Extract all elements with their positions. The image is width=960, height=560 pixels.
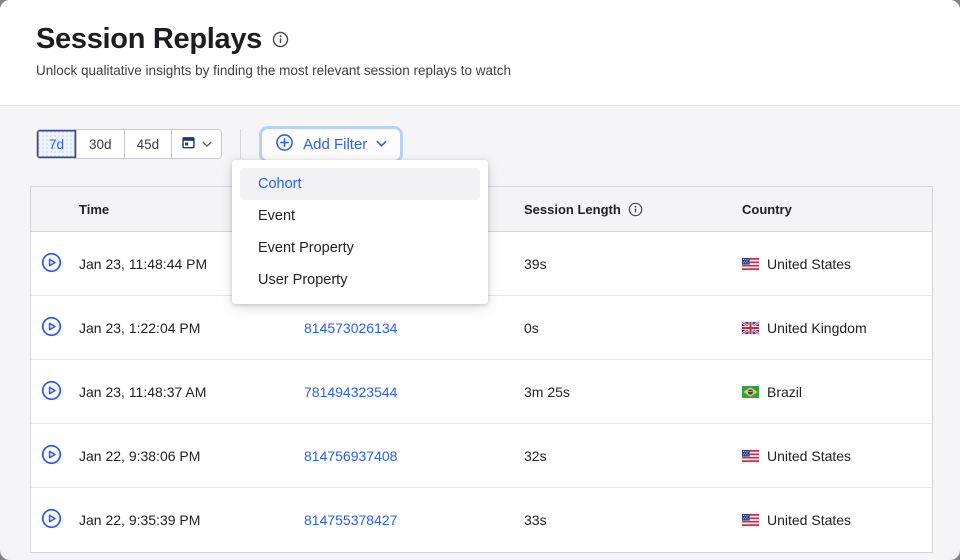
session-length-cell: 33s <box>516 512 734 528</box>
us-flag-icon <box>742 514 759 526</box>
header-session-length: Session Length <box>516 202 734 217</box>
play-cell <box>31 316 71 340</box>
filter-menu-item-event-property[interactable]: Event Property <box>240 232 480 264</box>
session-length-cell: 32s <box>516 448 734 464</box>
id-cell: 814573026134 <box>296 320 516 336</box>
time-cell: Jan 23, 1:22:04 PM <box>71 320 296 336</box>
session-replays-page: Session Replays Unlock qualitative insig… <box>0 0 960 560</box>
calendar-button[interactable] <box>172 130 221 158</box>
toolbar-divider <box>240 129 241 159</box>
play-replay-button[interactable] <box>39 380 63 404</box>
add-filter-label: Add Filter <box>303 136 367 153</box>
country-label: United States <box>767 512 851 528</box>
session-id-link[interactable]: 814755378427 <box>304 512 397 528</box>
country-cell: United States <box>734 512 932 528</box>
country-cell: United Kingdom <box>734 320 932 336</box>
play-circle-icon <box>41 252 62 276</box>
page-subtitle: Unlock qualitative insights by finding t… <box>36 63 924 78</box>
add-filter-button[interactable]: Add Filter <box>259 126 403 163</box>
play-replay-button[interactable] <box>39 252 63 276</box>
session-id-link[interactable]: 814756937408 <box>304 448 397 464</box>
filter-menu-item-event[interactable]: Event <box>240 200 480 232</box>
info-icon[interactable] <box>272 31 289 48</box>
us-flag-icon <box>742 450 759 462</box>
header-country: Country <box>734 202 932 217</box>
gb-flag-icon <box>742 322 759 334</box>
play-cell <box>31 444 71 468</box>
session-length-cell: 0s <box>516 320 734 336</box>
play-replay-button[interactable] <box>39 444 63 468</box>
play-cell <box>31 508 71 532</box>
date-range-45d[interactable]: 45d <box>125 130 173 158</box>
time-cell: Jan 22, 9:35:39 PM <box>71 512 296 528</box>
country-label: United States <box>767 448 851 464</box>
time-cell: Jan 22, 9:38:06 PM <box>71 448 296 464</box>
chevron-down-icon <box>376 140 387 148</box>
filter-dropdown-menu: CohortEventEvent PropertyUser Property <box>232 160 488 304</box>
table-row: Jan 22, 9:35:39 PM 814755378427 33s United … <box>31 488 932 552</box>
date-range-30d[interactable]: 30d <box>77 130 125 158</box>
page-title: Session Replays <box>36 23 262 56</box>
filter-menu-item-cohort[interactable]: Cohort <box>240 168 480 200</box>
id-cell: 781494323544 <box>296 384 516 400</box>
page-header: Session Replays Unlock qualitative insig… <box>0 0 960 106</box>
country-label: Brazil <box>767 384 802 400</box>
play-circle-icon <box>41 380 62 404</box>
play-cell <box>31 380 71 404</box>
country-cell: United States <box>734 448 932 464</box>
play-circle-icon <box>41 444 62 468</box>
session-id-link[interactable]: 781494323544 <box>304 384 397 400</box>
circle-plus-icon <box>275 133 294 156</box>
play-replay-button[interactable] <box>39 316 63 340</box>
play-replay-button[interactable] <box>39 508 63 532</box>
date-range-selector: 7d30d45d <box>36 129 222 159</box>
play-circle-icon <box>41 316 62 340</box>
session-length-cell: 39s <box>516 256 734 272</box>
session-id-link[interactable]: 814573026134 <box>304 320 397 336</box>
calendar-icon <box>181 135 196 153</box>
time-cell: Jan 23, 11:48:37 AM <box>71 384 296 400</box>
session-length-cell: 3m 25s <box>516 384 734 400</box>
country-label: United Kingdom <box>767 320 867 336</box>
play-cell <box>31 252 71 276</box>
table-row: Jan 23, 11:48:37 AM 781494323544 3m 25s Bra… <box>31 360 932 424</box>
country-label: United States <box>767 256 851 272</box>
us-flag-icon <box>742 258 759 270</box>
date-range-7d[interactable]: 7d <box>37 130 77 158</box>
country-cell: United States <box>734 256 932 272</box>
id-cell: 814756937408 <box>296 448 516 464</box>
info-icon[interactable] <box>628 202 643 217</box>
table-row: Jan 23, 1:22:04 PM 814573026134 0s United K… <box>31 296 932 360</box>
chevron-down-icon <box>202 141 212 148</box>
toolbar: 7d30d45d <box>36 128 960 160</box>
country-cell: Brazil <box>734 384 932 400</box>
filter-menu-item-user-property[interactable]: User Property <box>240 264 480 296</box>
table-row: Jan 22, 9:38:06 PM 814756937408 32s United … <box>31 424 932 488</box>
play-circle-icon <box>41 508 62 532</box>
id-cell: 814755378427 <box>296 512 516 528</box>
br-flag-icon <box>742 386 759 398</box>
